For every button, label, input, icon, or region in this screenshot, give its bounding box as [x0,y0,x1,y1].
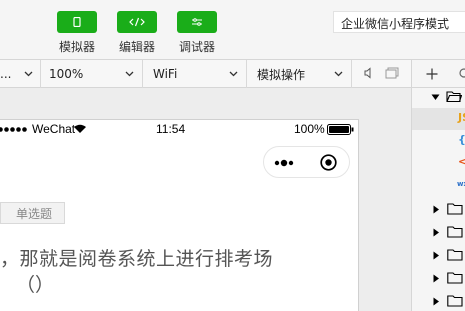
wxss-file-icon: wx [457,180,465,188]
caret-right-icon[interactable] [433,297,440,306]
question-text: ，那就是阅卷系统上进行排考场 [0,248,274,270]
caret-right-icon[interactable] [433,274,440,283]
debugger-label: 调试器 [178,40,215,54]
search-icon[interactable] [459,68,465,80]
menu-capsule[interactable] [263,146,350,178]
tree-item-root[interactable] [412,88,465,110]
zoom-value: 100% [49,67,84,81]
folder-icon [447,295,463,307]
tree-item-folder[interactable] [412,199,465,221]
status-time: 11:54 [156,122,186,136]
compile-mode-select[interactable]: 企业微信小程序模式 [333,11,465,33]
network-value: WiFi [153,67,178,81]
tree-item-wxml-file[interactable]: < [412,152,465,174]
tree-item-folder[interactable] [412,268,465,290]
tree-item-folder[interactable] [412,291,465,311]
phone-icon [73,17,81,27]
status-bar: WeChat 11:54 100% [0,120,359,138]
chevron-down-icon [125,71,134,77]
wxml-file-icon: < [458,155,465,168]
question-type-tag: 单选题 [0,202,65,224]
file-tree-panel: JS { < wx [411,60,465,311]
folder-open-icon [446,91,462,103]
folder-icon [447,203,463,215]
folder-icon [447,272,463,284]
tree-item-folder[interactable] [412,245,465,267]
simulator-button[interactable] [57,11,97,33]
signal-dots-icon [0,127,27,132]
chevron-down-icon [24,71,33,77]
close-miniprogram-icon[interactable] [320,154,337,171]
device-value: ... [0,67,12,81]
folder-icon [447,226,463,238]
simulator-tool[interactable]: 模拟器 [57,11,97,54]
editor-label: 编辑器 [118,40,155,54]
carrier-name: WeChat [32,122,76,136]
device-dropdown[interactable]: ... [0,60,41,88]
caret-right-icon[interactable] [433,251,440,260]
caret-down-icon[interactable] [431,94,440,101]
folder-icon [447,249,463,261]
add-icon[interactable] [426,68,438,80]
tree-item-json-file[interactable]: { [412,130,465,152]
more-dots-icon[interactable] [274,159,296,167]
debugger-button[interactable] [177,11,217,33]
code-icon [129,17,145,27]
battery-icon [327,124,354,135]
main-toolbar: 模拟器 编辑器 调试器 企业微信小程序模式 [0,0,465,60]
phone-screen: WeChat 11:54 100% 单选题 ，那就是阅卷系统上进行排考场 （） [0,119,359,311]
simulator-options-bar: ... 100% WiFi 模拟操作 [0,60,465,88]
chevron-down-icon [334,71,343,77]
tree-item-folder[interactable] [412,222,465,244]
detach-window-icon[interactable] [385,67,399,79]
editor-tool[interactable]: 编辑器 [117,11,157,54]
network-dropdown[interactable]: WiFi [143,60,247,88]
editor-button[interactable] [117,11,157,33]
tree-item-js-file[interactable]: JS [412,108,465,130]
battery-percent: 100% [294,122,325,136]
speaker-icon[interactable] [364,67,374,79]
wifi-icon [74,124,86,133]
caret-right-icon[interactable] [433,228,440,237]
settings-sliders-icon [192,18,202,26]
file-tree-header [412,60,465,88]
debugger-tool[interactable]: 调试器 [177,11,217,54]
chevron-down-icon [229,71,238,77]
caret-right-icon[interactable] [433,205,440,214]
js-file-icon: JS [458,111,465,124]
json-file-icon: { [458,133,465,146]
tree-item-wxss-file[interactable]: wx [412,174,465,196]
zoom-dropdown[interactable]: 100% [41,60,143,88]
operation-value: 模拟操作 [257,67,306,82]
simulator-label: 模拟器 [58,40,95,54]
answer-blank: （） [16,274,55,296]
operation-dropdown[interactable]: 模拟操作 [247,60,352,88]
